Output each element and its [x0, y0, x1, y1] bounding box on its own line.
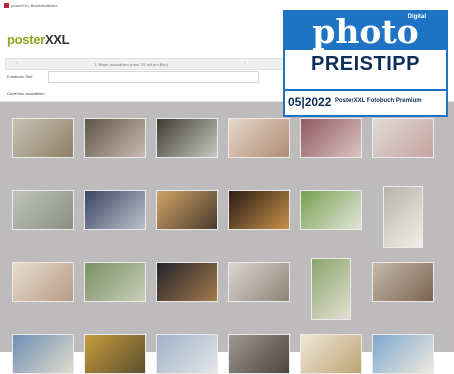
logo-part-poster: poster [7, 32, 45, 47]
photo-pink-roses[interactable] [300, 118, 362, 158]
logo-part-xxl: XXL [44, 32, 70, 47]
photo-heart-hands[interactable] [12, 262, 74, 302]
photo-couple-meadow[interactable] [12, 118, 74, 158]
photo-rose-petals[interactable] [372, 118, 434, 158]
photo-veiled-bride[interactable] [156, 118, 218, 158]
photo-beach-dress[interactable] [372, 334, 434, 374]
cover-label: Coverfoto auswählen [7, 91, 45, 96]
window-title: posterXXL Bestellsoftware [11, 3, 58, 8]
photo-bride-forest[interactable] [12, 190, 74, 230]
photo-bride-lawn[interactable] [300, 190, 362, 230]
photo-grid [0, 102, 454, 374]
photo-bride-skirt[interactable] [228, 262, 290, 302]
badge-award: PREISTIPP [311, 53, 420, 75]
posterxxl-logo: posterXXL [7, 32, 70, 47]
photo-rings-hands[interactable] [372, 262, 434, 302]
photo-heart-book[interactable] [228, 118, 290, 158]
badge-product: PosterXXL Fotobuch Premium [335, 98, 422, 104]
photo-couple-beach[interactable] [12, 334, 74, 374]
photo-archway[interactable] [228, 334, 290, 374]
photo-dancing-lights[interactable] [228, 190, 290, 230]
current-step[interactable]: 1. Bilder auswählen (max. 25 bilt pro Bi… [94, 62, 168, 67]
photo-couple-sunset[interactable] [156, 190, 218, 230]
title-label: Fotobuch-Titel [7, 74, 33, 79]
photo-couple-garden[interactable] [311, 258, 351, 320]
photo-golden-field[interactable] [84, 334, 146, 374]
app-icon [4, 3, 9, 8]
step-divider-icon: › [16, 61, 18, 67]
badge-header: Digital photo [285, 12, 446, 51]
photo-evening-party[interactable] [156, 262, 218, 302]
step-bar: › 1. Bilder auswählen (max. 25 bilt pro … [5, 58, 285, 70]
badge-issue: 05|2022 [288, 95, 332, 109]
title-input[interactable] [48, 71, 259, 83]
step-divider-icon: › [244, 61, 246, 67]
photo-bubbles[interactable] [156, 334, 218, 374]
photo-bride-portrait[interactable] [383, 186, 423, 248]
badge-brand: photo [312, 12, 419, 51]
photo-bride-bouquet[interactable] [84, 118, 146, 158]
photo-couple-dusk[interactable] [84, 190, 146, 230]
award-badge: Digital photo PREISTIPP 05|2022 PosterXX… [283, 10, 448, 117]
badge-divider [285, 89, 446, 91]
photo-couple-field[interactable] [84, 262, 146, 302]
photo-table-decor[interactable] [300, 334, 362, 374]
